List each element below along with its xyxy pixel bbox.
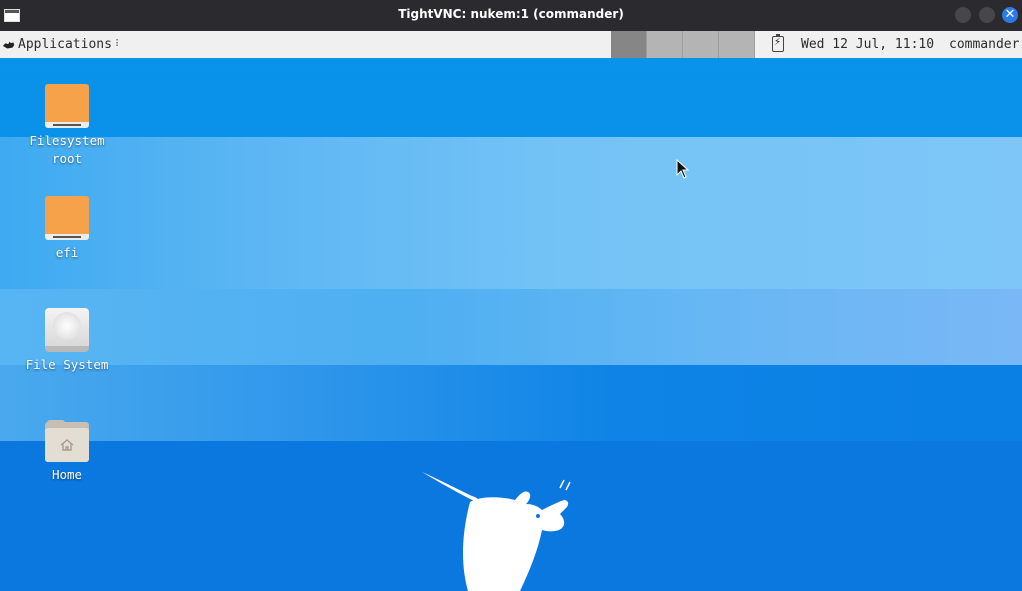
desktop-icon-file-system[interactable]: File System bbox=[17, 308, 117, 374]
wallpaper-band bbox=[0, 365, 1022, 441]
drive-icon bbox=[45, 84, 89, 128]
home-folder-icon bbox=[45, 420, 89, 462]
window-titlebar[interactable]: TightVNC: nukem:1 (commander) ✕ bbox=[0, 0, 1022, 31]
minimize-button[interactable] bbox=[955, 7, 971, 23]
wallpaper-band bbox=[0, 137, 1022, 289]
window-title: TightVNC: nukem:1 (commander) bbox=[398, 7, 624, 21]
icon-label: Filesystem bbox=[29, 133, 105, 148]
desktop-icon-efi[interactable]: efi bbox=[17, 196, 117, 262]
panel-handle-icon[interactable]: ⠇ bbox=[115, 39, 122, 50]
drive-icon bbox=[45, 196, 89, 240]
icon-label: Home bbox=[51, 467, 83, 482]
applications-menu-button[interactable]: Applications ⠇ bbox=[2, 31, 122, 58]
applications-menu-label: Applications bbox=[18, 37, 112, 52]
top-panel: Applications ⠇ ⚡ Wed 12 Jul, 11:10 comma… bbox=[0, 31, 1022, 59]
workspace-3[interactable] bbox=[683, 31, 719, 58]
harddisk-icon bbox=[45, 308, 89, 352]
panel-user[interactable]: commander bbox=[949, 37, 1019, 52]
xfce-mouse-icon bbox=[2, 41, 15, 48]
mouse-cursor-icon bbox=[676, 159, 690, 179]
house-icon bbox=[60, 439, 74, 451]
icon-label: efi bbox=[55, 245, 79, 260]
icon-label: root bbox=[51, 151, 83, 166]
workspace-4[interactable] bbox=[719, 31, 755, 58]
workspace-switcher[interactable] bbox=[611, 31, 755, 58]
desktop-icon-filesystem-root[interactable]: Filesystem root bbox=[17, 84, 117, 168]
desktop-icon-home[interactable]: Home bbox=[17, 420, 117, 484]
wallpaper-band bbox=[0, 289, 1022, 365]
battery-icon[interactable]: ⚡ bbox=[772, 34, 784, 52]
battery-charging-glyph: ⚡ bbox=[774, 37, 782, 48]
xfce-mouse-logo-icon bbox=[422, 472, 571, 591]
maximize-button[interactable] bbox=[979, 7, 995, 23]
workspace-1[interactable] bbox=[611, 31, 647, 58]
icon-label: File System bbox=[25, 357, 109, 372]
panel-clock[interactable]: Wed 12 Jul, 11:10 bbox=[801, 37, 934, 52]
close-button[interactable]: ✕ bbox=[1002, 7, 1018, 23]
workspace-2[interactable] bbox=[647, 31, 683, 58]
